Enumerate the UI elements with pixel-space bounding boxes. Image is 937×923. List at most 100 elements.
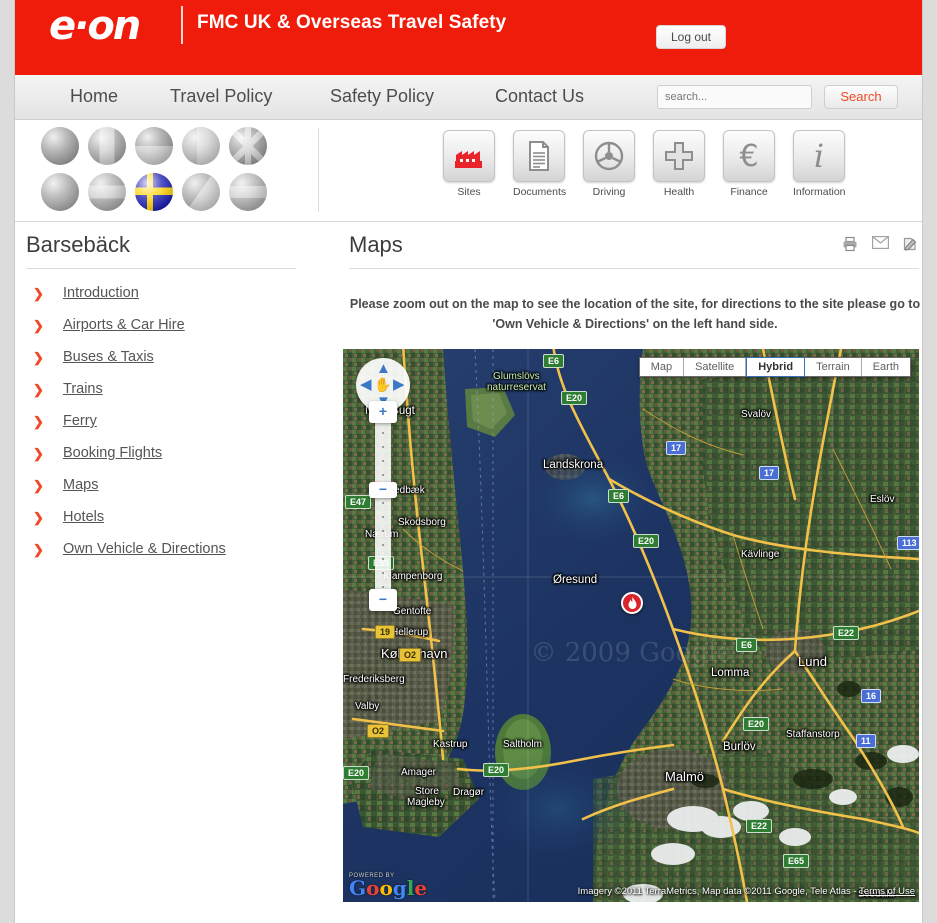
search-button[interactable]: Search — [824, 85, 898, 109]
search-input[interactable] — [657, 85, 812, 109]
sidebar-item-label: Trains — [63, 381, 103, 397]
document-icon — [513, 130, 565, 182]
section-information[interactable]: i Information — [793, 130, 846, 198]
sidebar-item-trains[interactable]: ❯ Trains — [15, 380, 315, 412]
info-italic-i-icon: i — [793, 130, 845, 182]
map-type-selector: Map Satellite Hybrid Terrain Earth — [638, 357, 911, 377]
sidebar-item-label: Airports & Car Hire — [63, 317, 185, 333]
google-logo[interactable]: POWERED BY Google — [349, 873, 427, 898]
section-label-health: Health — [663, 186, 695, 198]
terms-of-use-link[interactable]: Terms of Use — [859, 886, 915, 897]
section-sites[interactable]: Sites — [443, 130, 495, 198]
section-finance[interactable]: € Finance — [723, 130, 775, 198]
attribution-text: Imagery ©2011 TerraMetrics, Map data ©20… — [577, 886, 860, 897]
globe-flag-uk[interactable] — [229, 127, 267, 165]
steering-wheel-icon — [583, 130, 635, 182]
sidebar: Barsebäck ❯ Introduction ❯ Airports & Ca… — [15, 222, 335, 922]
zoom-slider-track[interactable] — [375, 406, 391, 606]
factory-icon — [443, 130, 495, 182]
chevron-right-icon: ❯ — [33, 286, 44, 301]
chevron-right-icon: ❯ — [33, 510, 44, 525]
chevron-right-icon: ❯ — [33, 542, 44, 557]
page-actions — [842, 236, 918, 252]
sidebar-item-ferry[interactable]: ❯ Ferry — [15, 412, 315, 444]
globe-flag-9[interactable] — [182, 173, 220, 211]
section-documents[interactable]: Documents — [513, 130, 567, 198]
sidebar-item-introduction[interactable]: ❯ Introduction — [15, 284, 315, 316]
section-driving[interactable]: Driving — [583, 130, 635, 198]
pan-left-button[interactable]: ◀ — [360, 377, 372, 392]
main-heading: Maps — [349, 232, 403, 257]
edit-page-icon[interactable] — [902, 236, 918, 252]
nav-item-contact-us[interactable]: Contact Us — [495, 86, 584, 107]
map-type-terrain[interactable]: Terrain — [805, 358, 862, 376]
sidebar-item-booking-flights[interactable]: ❯ Booking Flights — [15, 444, 315, 476]
sidebar-item-buses-taxis[interactable]: ❯ Buses & Taxis — [15, 348, 315, 380]
site-title: FMC UK & Overseas Travel Safety — [197, 12, 507, 33]
site-header: e·on FMC UK & Overseas Travel Safety Log… — [15, 0, 922, 75]
main-navigation: Home Travel Policy Safety Policy Contact… — [15, 75, 922, 120]
sidebar-item-label: Booking Flights — [63, 445, 163, 461]
sidebar-item-label: Maps — [63, 477, 99, 493]
globe-flag-7[interactable] — [88, 173, 126, 211]
main-divider — [349, 268, 919, 269]
flame-icon — [628, 596, 636, 609]
satellite-imagery — [343, 349, 919, 902]
globe-flag-4[interactable] — [182, 127, 220, 165]
nav-item-safety-policy[interactable]: Safety Policy — [330, 86, 434, 107]
globe-flag-sweden[interactable] — [135, 173, 173, 211]
zoom-slider-handle[interactable]: − — [369, 482, 397, 498]
page-title: Barsebäck — [26, 232, 130, 257]
icon-strip: Sites Documents Driving Health € Finance… — [15, 120, 922, 222]
sidebar-item-airports-car-hire[interactable]: ❯ Airports & Car Hire — [15, 316, 315, 348]
email-icon[interactable] — [872, 236, 890, 252]
sidebar-divider — [26, 268, 296, 269]
sidebar-item-label: Introduction — [63, 285, 139, 301]
pan-hand-icon[interactable]: ✋ — [374, 377, 391, 394]
logo-divider — [181, 6, 183, 44]
section-label-finance: Finance — [730, 186, 768, 198]
section-health[interactable]: Health — [653, 130, 705, 198]
country-flag-globes — [41, 127, 291, 211]
main-panel: Maps Please zoom out on the map to see t… — [335, 222, 922, 922]
globe-flag-2[interactable] — [88, 127, 126, 165]
map-type-satellite[interactable]: Satellite — [684, 358, 747, 376]
sidebar-menu: ❯ Introduction ❯ Airports & Car Hire ❯ B… — [15, 284, 315, 572]
globe-flag-3[interactable] — [135, 127, 173, 165]
globe-flag-10[interactable] — [229, 173, 267, 211]
print-icon[interactable] — [842, 236, 858, 252]
section-label-documents: Documents — [513, 186, 567, 198]
sidebar-item-own-vehicle-directions[interactable]: ❯ Own Vehicle & Directions — [15, 540, 315, 572]
logout-button[interactable]: Log out — [656, 25, 726, 49]
map-instruction-text: Please zoom out on the map to see the lo… — [349, 297, 921, 331]
map-type-earth[interactable]: Earth — [861, 358, 910, 376]
chevron-right-icon: ❯ — [33, 382, 44, 397]
section-label-information: Information — [793, 186, 846, 198]
globe-flag-1[interactable] — [41, 127, 79, 165]
sidebar-item-maps[interactable]: ❯ Maps — [15, 476, 315, 508]
zoom-in-button[interactable]: + — [369, 401, 397, 423]
eon-logo[interactable]: e·on — [49, 3, 141, 49]
pan-right-button[interactable]: ▶ — [393, 377, 405, 392]
sidebar-item-label: Own Vehicle & Directions — [63, 541, 226, 557]
pan-up-button[interactable]: ▲ — [376, 361, 391, 376]
chevron-right-icon: ❯ — [33, 446, 44, 461]
map-type-hybrid[interactable]: Hybrid — [746, 357, 806, 377]
site-marker[interactable] — [621, 592, 643, 614]
zoom-out-button[interactable]: − — [369, 589, 397, 611]
chevron-right-icon: ❯ — [33, 414, 44, 429]
section-label-sites: Sites — [457, 186, 481, 198]
sidebar-item-label: Hotels — [63, 509, 105, 525]
map-type-map[interactable]: Map — [639, 358, 685, 376]
section-divider — [318, 128, 319, 212]
google-map[interactable]: © 2009 Google Øresund Landskrona Glumslö… — [343, 349, 919, 902]
map-attribution: Imagery ©2011 TerraMetrics, Map data ©20… — [578, 886, 915, 897]
chevron-right-icon: ❯ — [33, 318, 44, 333]
nav-item-home[interactable]: Home — [70, 86, 118, 107]
sidebar-item-label: Ferry — [63, 413, 97, 429]
section-label-driving: Driving — [592, 186, 626, 198]
sidebar-item-hotels[interactable]: ❯ Hotels — [15, 508, 315, 540]
globe-flag-6[interactable] — [41, 173, 79, 211]
nav-item-travel-policy[interactable]: Travel Policy — [170, 86, 272, 107]
section-icon-nav: Sites Documents Driving Health € Finance… — [443, 130, 846, 198]
